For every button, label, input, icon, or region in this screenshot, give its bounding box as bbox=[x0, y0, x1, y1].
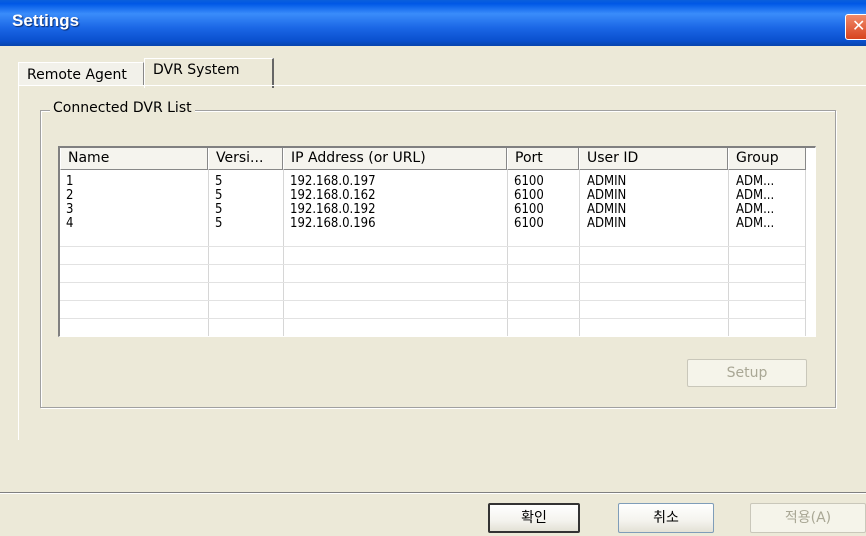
grid-line bbox=[60, 318, 805, 319]
cell-port: 6100 bbox=[514, 216, 544, 231]
cell-ip: 192.168.0.192 bbox=[290, 202, 376, 217]
grid-line bbox=[60, 246, 805, 247]
groupbox-legend: Connected DVR List bbox=[50, 100, 195, 116]
column-header-version[interactable]: Versi... bbox=[208, 148, 283, 170]
column-divider bbox=[579, 170, 580, 336]
cell-group: ADM... bbox=[736, 188, 775, 203]
window-title: Settings bbox=[12, 11, 80, 30]
column-divider bbox=[507, 170, 508, 336]
cell-port: 6100 bbox=[514, 174, 544, 189]
grid-line bbox=[60, 264, 805, 265]
cell-user-id: ADMIN bbox=[587, 202, 627, 217]
cell-port: 6100 bbox=[514, 188, 544, 203]
tab-dvr-system[interactable]: DVR System bbox=[144, 58, 274, 88]
column-divider bbox=[283, 170, 284, 336]
cell-user-id: ADMIN bbox=[587, 188, 627, 203]
column-divider bbox=[728, 170, 729, 336]
cell-name: 1 bbox=[66, 174, 74, 189]
column-divider bbox=[208, 170, 209, 336]
column-header-ip[interactable]: IP Address (or URL) bbox=[283, 148, 507, 170]
cell-user-id: ADMIN bbox=[587, 174, 627, 189]
cell-ip: 192.168.0.197 bbox=[290, 174, 376, 189]
close-icon[interactable]: ✕ bbox=[845, 14, 866, 40]
title-bar: Settings ✕ bbox=[0, 0, 866, 46]
dvr-list[interactable]: Name Versi... IP Address (or URL) Port U… bbox=[58, 146, 816, 337]
grid-line bbox=[60, 282, 805, 283]
cell-version: 5 bbox=[215, 216, 223, 231]
bottom-separator bbox=[0, 492, 866, 494]
column-header-name[interactable]: Name bbox=[60, 148, 208, 170]
grid-line bbox=[60, 300, 805, 301]
apply-button[interactable]: 적용(A) bbox=[750, 503, 866, 533]
cancel-button[interactable]: 취소 bbox=[618, 503, 714, 533]
ok-button[interactable]: 확인 bbox=[488, 503, 580, 533]
setup-button[interactable]: Setup bbox=[687, 359, 807, 387]
cell-version: 5 bbox=[215, 202, 223, 217]
cell-version: 5 bbox=[215, 188, 223, 203]
cell-group: ADM... bbox=[736, 216, 775, 231]
column-header-user-id[interactable]: User ID bbox=[579, 148, 728, 170]
tab-remote-agent[interactable]: Remote Agent bbox=[18, 62, 144, 86]
column-divider bbox=[805, 170, 806, 336]
cell-ip: 192.168.0.162 bbox=[290, 188, 376, 203]
cell-group: ADM... bbox=[736, 202, 775, 217]
column-header-group[interactable]: Group bbox=[728, 148, 806, 170]
cell-ip: 192.168.0.196 bbox=[290, 216, 376, 231]
column-header-port[interactable]: Port bbox=[507, 148, 579, 170]
cell-group: ADM... bbox=[736, 174, 775, 189]
cell-version: 5 bbox=[215, 174, 223, 189]
cell-name: 4 bbox=[66, 216, 74, 231]
cell-user-id: ADMIN bbox=[587, 216, 627, 231]
cell-port: 6100 bbox=[514, 202, 544, 217]
cell-name: 2 bbox=[66, 188, 74, 203]
cell-name: 3 bbox=[66, 202, 74, 217]
